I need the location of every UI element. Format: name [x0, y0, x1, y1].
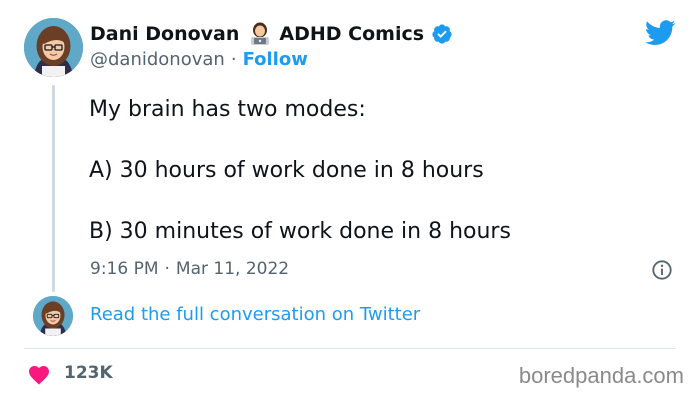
tweet-date: Mar 11, 2022	[175, 259, 290, 279]
boredpanda-watermark: boredpanda.com	[518, 363, 684, 388]
author-header: Dani Donovan ADHD Comics	[90, 22, 453, 46]
author-avatar[interactable]	[24, 18, 83, 77]
tweet-timestamp[interactable]: 9:16 PM · Mar 11, 2022	[90, 259, 289, 279]
info-icon[interactable]	[651, 259, 673, 281]
handle-separator: ·	[230, 49, 237, 70]
follow-link[interactable]: Follow	[243, 49, 308, 70]
divider	[24, 348, 676, 349]
author-handle-row: @danidonovan · Follow	[90, 49, 308, 70]
heart-icon[interactable]	[27, 363, 51, 385]
author-display-name[interactable]: Dani Donovan	[90, 23, 239, 45]
author-handle[interactable]: @danidonovan	[90, 49, 225, 70]
tweet-time: 9:16 PM	[90, 259, 159, 279]
woman-technologist-emoji-icon	[249, 22, 271, 46]
tweet-text-line: B) 30 minutes of work done in 8 hours	[89, 219, 511, 244]
timestamp-separator: ·	[164, 259, 170, 279]
like-count[interactable]: 123K	[64, 363, 113, 383]
thread-line	[52, 85, 55, 292]
twitter-bird-icon[interactable]	[645, 20, 676, 46]
tweet-text-line: A) 30 hours of work done in 8 hours	[89, 158, 484, 183]
tweet-embed-card: Dani Donovan ADHD Comics @danidonovan · Fo…	[0, 0, 700, 400]
conversation-avatar[interactable]	[33, 296, 73, 336]
verified-badge-icon	[431, 23, 453, 45]
read-conversation-link[interactable]: Read the full conversation on Twitter	[90, 304, 420, 325]
tweet-text-line: My brain has two modes:	[89, 97, 366, 122]
author-brand-name[interactable]: ADHD Comics	[279, 23, 424, 45]
